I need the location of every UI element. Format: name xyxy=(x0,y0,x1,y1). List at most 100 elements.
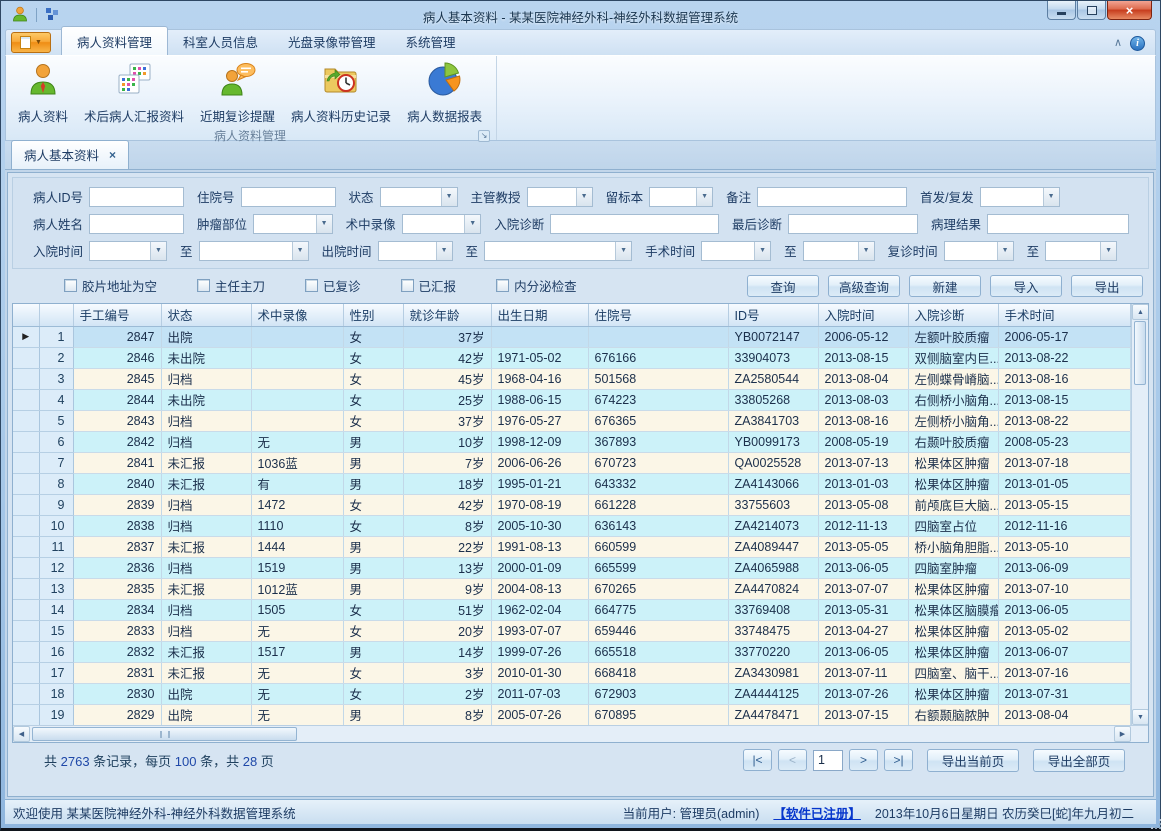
cell-visit-age[interactable]: 7岁 xyxy=(403,452,491,473)
cell-status[interactable]: 未汇报 xyxy=(161,662,251,683)
table-row[interactable]: 172831未汇报无女3岁2010-01-30668418ZA343098120… xyxy=(13,662,1131,683)
cell-manual-no[interactable]: 2843 xyxy=(73,410,161,431)
cell-admission-diagnosis[interactable]: 右侧桥小脑角... xyxy=(908,389,998,410)
cell-admission-date[interactable]: 2013-07-07 xyxy=(818,578,908,599)
cell-gender[interactable]: 女 xyxy=(343,683,403,704)
ribbon-button-patient-report[interactable]: 病人数据报表 xyxy=(399,58,490,127)
cell-manual-no[interactable]: 2830 xyxy=(73,683,161,704)
cell-visit-age[interactable]: 42岁 xyxy=(403,347,491,368)
cell-admission-date[interactable]: 2013-06-05 xyxy=(818,641,908,662)
cell-admission-diagnosis[interactable]: 双侧脑室内巨... xyxy=(908,347,998,368)
cell-manual-no[interactable]: 2842 xyxy=(73,431,161,452)
table-row[interactable]: 152833归档无女20岁1993-07-0765944633748475201… xyxy=(13,620,1131,641)
cell-gender[interactable]: 女 xyxy=(343,515,403,536)
maximize-button[interactable] xyxy=(1077,1,1106,20)
cell-gender[interactable]: 男 xyxy=(343,557,403,578)
cell-intraop-video[interactable] xyxy=(251,389,343,410)
cell-gender[interactable]: 女 xyxy=(343,410,403,431)
cell-manual-no[interactable]: 2845 xyxy=(73,368,161,389)
cell-birth-date[interactable]: 2010-01-30 xyxy=(491,662,588,683)
cell-admission-diagnosis[interactable]: 松果体区肿瘤 xyxy=(908,620,998,641)
ribbon-tab-dept-staff-info[interactable]: 科室人员信息 xyxy=(168,27,273,55)
cell-surgery-date[interactable]: 2013-05-02 xyxy=(998,620,1131,641)
cell-status[interactable]: 未汇报 xyxy=(161,473,251,494)
table-row[interactable]: 102838归档1110女8岁2005-10-30636143ZA4214073… xyxy=(13,515,1131,536)
table-row[interactable]: 22846未出院女42岁1971-05-02676166339040732013… xyxy=(13,347,1131,368)
cell-surgery-date[interactable]: 2013-06-05 xyxy=(998,599,1131,620)
ribbon-button-postop-report-data[interactable]: 术后病人汇报资料 xyxy=(76,58,192,127)
cell-admission-date[interactable]: 2013-04-27 xyxy=(818,620,908,641)
cell-visit-age[interactable]: 22岁 xyxy=(403,536,491,557)
cell-status[interactable]: 未汇报 xyxy=(161,536,251,557)
filter-input-final-diagnosis[interactable] xyxy=(788,214,918,234)
cell-visit-age[interactable]: 37岁 xyxy=(403,410,491,431)
cell-birth-date[interactable]: 2005-10-30 xyxy=(491,515,588,536)
export-button[interactable]: 导出 xyxy=(1071,275,1143,297)
cell-gender[interactable]: 女 xyxy=(343,620,403,641)
cell-intraop-video[interactable]: 无 xyxy=(251,620,343,641)
cell-admission-diagnosis[interactable]: 前颅底巨大脑... xyxy=(908,494,998,515)
cell-id-no[interactable]: 33748475 xyxy=(728,620,818,641)
cell-manual-no[interactable]: 2832 xyxy=(73,641,161,662)
column-header-visit-age[interactable]: 就诊年龄 xyxy=(403,304,491,326)
cell-inpatient-no[interactable]: 665518 xyxy=(588,641,728,662)
cell-admission-diagnosis[interactable]: 四脑室占位 xyxy=(908,515,998,536)
first-page-button[interactable]: |< xyxy=(743,749,772,771)
cell-inpatient-no[interactable]: 674223 xyxy=(588,389,728,410)
prev-page-button[interactable]: < xyxy=(778,749,807,771)
collapse-ribbon-icon[interactable]: ∧ xyxy=(1114,38,1122,49)
cell-gender[interactable]: 女 xyxy=(343,347,403,368)
cell-admission-diagnosis[interactable]: 松果体区肿瘤 xyxy=(908,641,998,662)
table-row[interactable]: 82840未汇报有男18岁1995-01-21643332ZA414306620… xyxy=(13,473,1131,494)
filter-select-discharge-date-to[interactable]: ▼ xyxy=(484,241,632,261)
cell-visit-age[interactable]: 8岁 xyxy=(403,704,491,725)
ribbon-tab-disc-video-mgmt[interactable]: 光盘录像带管理 xyxy=(273,27,391,55)
table-row[interactable]: 142834归档1505女51岁1962-02-0466477533769408… xyxy=(13,599,1131,620)
cell-surgery-date[interactable]: 2013-07-18 xyxy=(998,452,1131,473)
cell-admission-date[interactable]: 2013-05-31 xyxy=(818,599,908,620)
cell-intraop-video[interactable] xyxy=(251,326,343,347)
table-row[interactable]: 52843归档女37岁1976-05-27676365ZA38417032013… xyxy=(13,410,1131,431)
cell-id-no[interactable]: ZA4089447 xyxy=(728,536,818,557)
cell-birth-date[interactable]: 1991-08-13 xyxy=(491,536,588,557)
cell-intraop-video[interactable]: 1505 xyxy=(251,599,343,620)
filter-select-revisit-date-to[interactable]: ▼ xyxy=(1045,241,1117,261)
cell-inpatient-no[interactable]: 643332 xyxy=(588,473,728,494)
cell-manual-no[interactable]: 2847 xyxy=(73,326,161,347)
cell-id-no[interactable]: ZA4470824 xyxy=(728,578,818,599)
cell-gender[interactable]: 男 xyxy=(343,704,403,725)
vertical-scrollbar[interactable]: ▲ ▼ xyxy=(1131,304,1148,725)
cell-gender[interactable]: 男 xyxy=(343,452,403,473)
vertical-scroll-thumb[interactable] xyxy=(1134,321,1146,385)
cell-admission-date[interactable]: 2012-11-13 xyxy=(818,515,908,536)
checkbox-endocrine-exam[interactable]: 内分泌检查 xyxy=(496,276,577,295)
cell-admission-date[interactable]: 2013-08-16 xyxy=(818,410,908,431)
filter-input-patient-name[interactable] xyxy=(89,214,184,234)
cell-admission-diagnosis[interactable]: 四脑室、脑干... xyxy=(908,662,998,683)
cell-admission-date[interactable]: 2013-05-08 xyxy=(818,494,908,515)
cell-gender[interactable]: 男 xyxy=(343,473,403,494)
cell-surgery-date[interactable]: 2013-06-09 xyxy=(998,557,1131,578)
cell-manual-no[interactable]: 2844 xyxy=(73,389,161,410)
cell-gender[interactable]: 男 xyxy=(343,641,403,662)
cell-surgery-date[interactable]: 2013-08-16 xyxy=(998,368,1131,389)
cell-status[interactable]: 归档 xyxy=(161,494,251,515)
tab-close-icon[interactable]: × xyxy=(109,148,116,162)
cell-birth-date[interactable]: 1998-12-09 xyxy=(491,431,588,452)
cell-intraop-video[interactable]: 无 xyxy=(251,431,343,452)
cell-intraop-video[interactable]: 1012蓝 xyxy=(251,578,343,599)
cell-admission-date[interactable]: 2013-08-03 xyxy=(818,389,908,410)
cell-inpatient-no[interactable]: 501568 xyxy=(588,368,728,389)
cell-gender[interactable]: 女 xyxy=(343,368,403,389)
ribbon-tab-patient-data-mgmt[interactable]: 病人资料管理 xyxy=(61,26,168,55)
filter-select-revisit-date-from[interactable]: ▼ xyxy=(944,241,1014,261)
cell-intraop-video[interactable]: 1519 xyxy=(251,557,343,578)
filter-select-discharge-date-from[interactable]: ▼ xyxy=(378,241,453,261)
minimize-button[interactable] xyxy=(1047,1,1076,20)
cell-birth-date[interactable]: 2011-07-03 xyxy=(491,683,588,704)
scroll-right-icon[interactable]: ▶ xyxy=(1114,726,1131,742)
cell-surgery-date[interactable]: 2013-07-10 xyxy=(998,578,1131,599)
table-row[interactable]: 62842归档无男10岁1998-12-09367893YB0099173200… xyxy=(13,431,1131,452)
cell-inpatient-no[interactable]: 668418 xyxy=(588,662,728,683)
cell-manual-no[interactable]: 2836 xyxy=(73,557,161,578)
